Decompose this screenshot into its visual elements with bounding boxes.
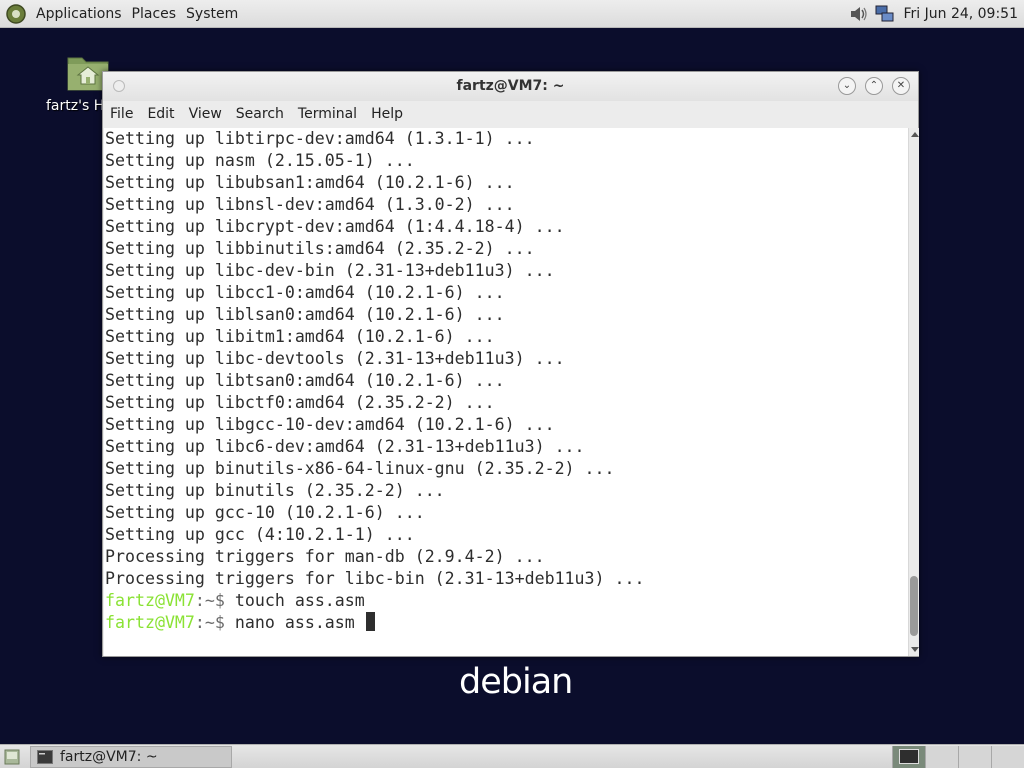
bottom-panel: fartz@VM7: ~ (0, 744, 1024, 768)
output-line: Setting up libc6-dev:amd64 (2.31-13+deb1… (105, 437, 585, 456)
scrollbar-thumb[interactable] (910, 576, 918, 636)
scroll-up-arrow-icon[interactable] (911, 132, 919, 137)
terminal-output[interactable]: Setting up libtirpc-dev:amd64 (1.3.1-1) … (104, 128, 908, 656)
workspace-1[interactable] (892, 746, 925, 768)
output-line: Processing triggers for man-db (2.9.4-2)… (105, 547, 545, 566)
prompt-path: :~$ (194, 613, 235, 632)
terminal-window: fartz@VM7: ~ ⌄ ⌃ ✕ File Edit View Search… (102, 71, 919, 657)
system-tray: Fri Jun 24, 09:51 (849, 0, 1018, 28)
menu-edit[interactable]: Edit (140, 106, 181, 122)
workspace-4[interactable] (991, 746, 1024, 768)
clock[interactable]: Fri Jun 24, 09:51 (903, 6, 1018, 22)
workspace-2[interactable] (925, 746, 958, 768)
output-line: Setting up libctf0:amd64 (2.35.2-2) ... (105, 393, 495, 412)
workspace-switcher (892, 746, 1024, 768)
scroll-down-arrow-icon[interactable] (911, 647, 919, 652)
prompt-user: fartz@VM7 (105, 591, 195, 610)
prompt-user: fartz@VM7 (105, 613, 195, 632)
terminal-app-icon (37, 750, 53, 764)
applications-menu[interactable]: Applications (31, 0, 127, 28)
output-line: Setting up libtirpc-dev:amd64 (1.3.1-1) … (105, 129, 535, 148)
output-line: Setting up libcc1-0:amd64 (10.2.1-6) ... (105, 283, 505, 302)
window-menu-icon[interactable] (113, 80, 125, 92)
output-line: Setting up libbinutils:amd64 (2.35.2-2) … (105, 239, 535, 258)
taskbar-terminal-button[interactable]: fartz@VM7: ~ (30, 746, 232, 768)
volume-icon[interactable] (849, 4, 869, 24)
window-title: fartz@VM7: ~ (456, 78, 565, 94)
prompt-command: touch ass.asm (234, 591, 365, 610)
output-line: Setting up gcc-10 (10.2.1-6) ... (105, 503, 425, 522)
output-line: Setting up libc-dev-bin (2.31-13+deb11u3… (105, 261, 555, 280)
menu-terminal[interactable]: Terminal (291, 106, 364, 122)
workspace-3[interactable] (958, 746, 991, 768)
debian-logo: debian (459, 662, 573, 702)
menu-view[interactable]: View (182, 106, 229, 122)
menu-help[interactable]: Help (364, 106, 410, 122)
terminal-scrollbar[interactable] (908, 128, 919, 656)
prompt-path: :~$ (194, 591, 235, 610)
terminal-menubar: File Edit View Search Terminal Help (103, 101, 918, 127)
top-panel: Applications Places System Fri Jun 24, 0… (0, 0, 1024, 28)
output-line: Setting up libubsan1:amd64 (10.2.1-6) ..… (105, 173, 515, 192)
output-line: Setting up libc-devtools (2.31-13+deb11u… (105, 349, 565, 368)
window-titlebar[interactable]: fartz@VM7: ~ ⌄ ⌃ ✕ (103, 72, 918, 101)
output-line: Setting up libnsl-dev:amd64 (1.3.0-2) ..… (105, 195, 515, 214)
menu-search[interactable]: Search (229, 106, 291, 122)
taskbar-button-label: fartz@VM7: ~ (60, 749, 158, 765)
maximize-button[interactable]: ⌃ (865, 77, 883, 95)
prompt-line: fartz@VM7:~$ touch ass.asm (105, 590, 908, 612)
output-line: Setting up liblsan0:amd64 (10.2.1-6) ... (105, 305, 505, 324)
output-line: Setting up binutils-x86-64-linux-gnu (2.… (105, 459, 615, 478)
minimize-button[interactable]: ⌄ (838, 77, 856, 95)
applications-menu-icon[interactable] (5, 3, 27, 25)
system-menu[interactable]: System (181, 0, 243, 28)
output-line: Processing triggers for libc-bin (2.31-1… (105, 569, 645, 588)
output-line: Setting up libitm1:amd64 (10.2.1-6) ... (105, 327, 495, 346)
places-menu[interactable]: Places (127, 0, 182, 28)
output-line: Setting up gcc (4:10.2.1-1) ... (105, 525, 415, 544)
output-line: Setting up libgcc-10-dev:amd64 (10.2.1-6… (105, 415, 555, 434)
output-line: Setting up libtsan0:amd64 (10.2.1-6) ... (105, 371, 505, 390)
output-line: Setting up binutils (2.35.2-2) ... (105, 481, 445, 500)
output-line: Setting up nasm (2.15.05-1) ... (105, 151, 415, 170)
close-button[interactable]: ✕ (892, 77, 910, 95)
network-icon[interactable] (875, 4, 895, 24)
menu-file[interactable]: File (103, 106, 140, 122)
show-desktop-icon[interactable] (4, 749, 20, 765)
prompt-command: nano ass.asm (234, 613, 365, 632)
output-line: Setting up libcrypt-dev:amd64 (1:4.4.18-… (105, 217, 565, 236)
text-cursor (365, 612, 375, 631)
prompt-line: fartz@VM7:~$ nano ass.asm (105, 612, 908, 634)
